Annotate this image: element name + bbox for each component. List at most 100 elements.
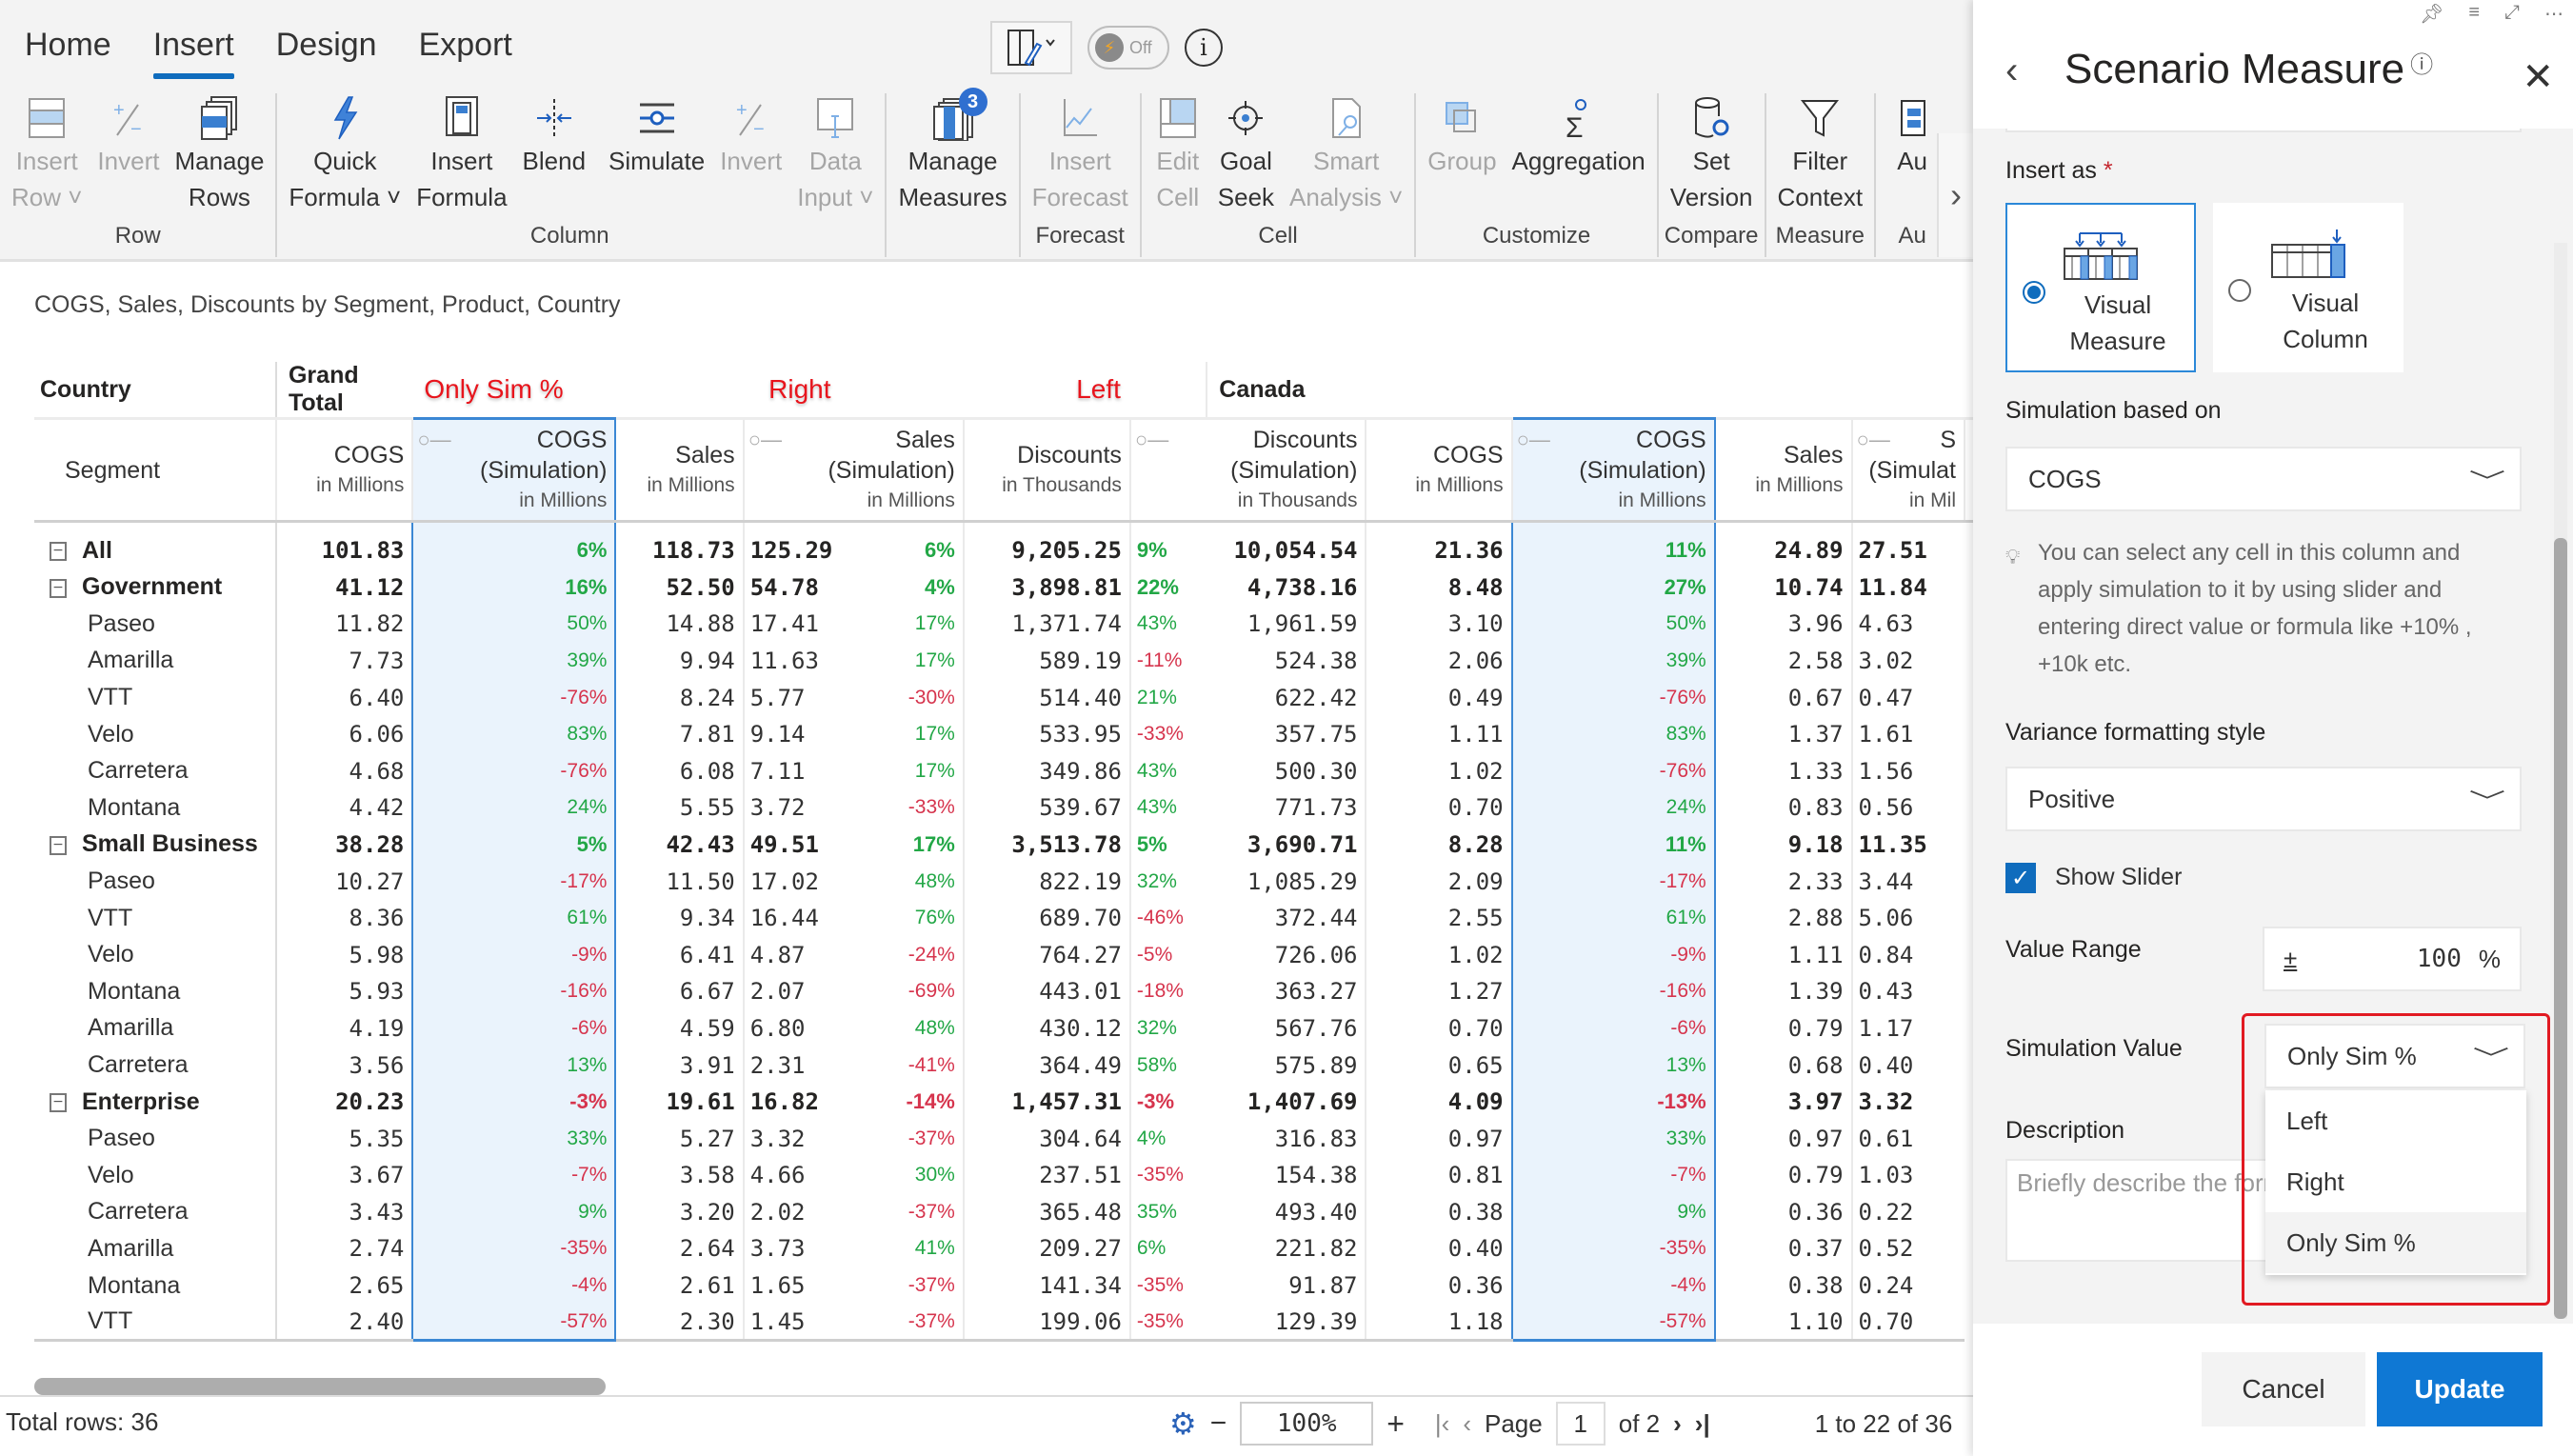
canada-cogs-value[interactable]: 1.02: [1366, 752, 1511, 789]
sales-value[interactable]: 9.94: [615, 643, 743, 680]
ribbon-button-goal-seek[interactable]: Goal Seek: [1210, 93, 1282, 215]
scrollbar-thumb[interactable]: [34, 1378, 606, 1395]
cogs-value[interactable]: 3.43: [276, 1194, 412, 1231]
prev-page-icon[interactable]: ‹: [1463, 1409, 1471, 1439]
column-header-sales[interactable]: Sales in Millions: [1714, 417, 1853, 523]
canada-sales-simulation-value[interactable]: 1.61: [1850, 715, 1965, 753]
ribbon-button-edit-cell[interactable]: Edit Cell: [1146, 93, 1210, 215]
discounts-simulation-value[interactable]: 524.38: [1207, 642, 1367, 680]
discounts-value[interactable]: 689.70: [962, 899, 1130, 937]
sales-simulation-pct[interactable]: 48%: [856, 863, 964, 900]
ribbon-button-aggregation[interactable]: Σ Aggregation: [1505, 93, 1653, 215]
cogs-value[interactable]: 7.73: [276, 643, 412, 680]
panel-scrollbar-thumb[interactable]: [2554, 538, 2567, 1319]
canada-sales-value[interactable]: 24.89: [1715, 522, 1852, 569]
sales-simulation-value[interactable]: 49.51: [742, 826, 857, 864]
ribbon-button-insert-formula[interactable]: Insert Formula: [409, 93, 514, 215]
simulation-based-on-select[interactable]: COGS ﹀: [2005, 447, 2522, 511]
table-row[interactable]: VTT 8.36 61% 9.34 16.44 76% 689.70 -46% 372.44 2.…: [34, 899, 1973, 937]
discounts-simulation-pct[interactable]: 21%: [1128, 679, 1207, 716]
cogs-value[interactable]: 5.98: [276, 936, 412, 973]
cogs-simulation-pct[interactable]: -4%: [411, 1267, 617, 1305]
canada-cogs-value[interactable]: 0.40: [1366, 1230, 1511, 1267]
ribbon-button-invert[interactable]: + − Invert: [712, 93, 789, 215]
discounts-value[interactable]: 3,898.81: [962, 568, 1130, 607]
canada-cogs-value[interactable]: 8.48: [1366, 569, 1511, 607]
canada-sales-value[interactable]: 2.58: [1715, 643, 1852, 680]
canada-cogs-value[interactable]: 21.36: [1366, 522, 1511, 569]
sales-simulation-value[interactable]: 4.66: [742, 1157, 857, 1194]
discounts-simulation-value[interactable]: 10,054.54: [1207, 521, 1367, 569]
cogs-simulation-pct[interactable]: 33%: [411, 1120, 617, 1157]
cogs-simulation-pct[interactable]: -3%: [411, 1083, 617, 1121]
cogs-value[interactable]: 20.23: [276, 1084, 412, 1121]
canada-cogs-simulation-pct[interactable]: -17%: [1510, 863, 1716, 900]
cogs-value[interactable]: 2.40: [275, 1304, 413, 1343]
update-button[interactable]: Update: [2377, 1352, 2543, 1426]
performance-toggle[interactable]: ⚡ Off: [1087, 26, 1169, 70]
sales-simulation-value[interactable]: 1.65: [742, 1267, 857, 1305]
discounts-value[interactable]: 304.64: [962, 1120, 1130, 1157]
discounts-simulation-pct[interactable]: 32%: [1128, 1009, 1207, 1047]
ribbon-button-manage-measures[interactable]: 3 Manage Measures: [890, 88, 1014, 215]
discounts-simulation-value[interactable]: 316.83: [1207, 1120, 1367, 1157]
canada-cogs-simulation-pct[interactable]: -13%: [1510, 1083, 1716, 1121]
canada-sales-value[interactable]: 10.74: [1715, 569, 1852, 607]
cogs-simulation-pct[interactable]: -57%: [411, 1304, 617, 1343]
discounts-simulation-value[interactable]: 363.27: [1207, 973, 1367, 1010]
tab-export[interactable]: Export: [419, 27, 512, 73]
discounts-simulation-pct[interactable]: -18%: [1128, 973, 1207, 1010]
sales-simulation-value[interactable]: 11.63: [742, 642, 857, 680]
sales-value[interactable]: 2.30: [615, 1304, 744, 1343]
cogs-simulation-pct[interactable]: 39%: [411, 642, 617, 680]
canada-sales-value[interactable]: 0.67: [1715, 679, 1852, 716]
canada-cogs-simulation-pct[interactable]: 9%: [1510, 1193, 1716, 1231]
sales-simulation-pct[interactable]: -37%: [856, 1267, 964, 1305]
discounts-simulation-value[interactable]: 221.82: [1207, 1230, 1367, 1267]
sales-simulation-pct[interactable]: 30%: [856, 1157, 964, 1194]
table-row[interactable]: Paseo 10.27 -17% 11.50 17.02 48% 822.19 32% 1,08…: [34, 863, 1973, 900]
table-row[interactable]: Velo 3.67 -7% 3.58 4.66 30% 237.51 -35% 154.38 0.…: [34, 1157, 1973, 1194]
canada-cogs-value[interactable]: 0.97: [1366, 1120, 1511, 1157]
sales-simulation-value[interactable]: 5.77: [742, 679, 857, 716]
ribbon-button-set-version[interactable]: Set Version: [1663, 93, 1761, 215]
canada-sales-simulation-value[interactable]: 11.35: [1850, 826, 1965, 864]
discounts-simulation-value[interactable]: 4,738.16: [1207, 568, 1367, 607]
sales-simulation-pct[interactable]: -41%: [856, 1047, 964, 1084]
column-header-sales[interactable]: Sales in Millions: [615, 417, 745, 523]
cogs-simulation-pct[interactable]: 6%: [411, 521, 617, 569]
canada-sales-value[interactable]: 0.37: [1715, 1230, 1852, 1267]
cogs-simulation-pct[interactable]: -9%: [411, 936, 617, 974]
sales-simulation-value[interactable]: 16.44: [742, 899, 857, 937]
canada-sales-simulation-value[interactable]: 0.24: [1850, 1267, 1965, 1305]
sales-simulation-value[interactable]: 17.41: [742, 606, 857, 643]
more-icon[interactable]: ⋯: [2544, 2, 2563, 26]
insert-option-visual-column[interactable]: Visual Column: [2213, 203, 2403, 372]
canada-cogs-value[interactable]: 0.70: [1366, 1010, 1511, 1047]
column-header-cogs[interactable]: COGS in Millions: [275, 417, 414, 523]
table-row[interactable]: Montana 4.42 24% 5.55 3.72 -33% 539.67 43% 771.7…: [34, 789, 1973, 827]
canada-sales-simulation-value[interactable]: 1.17: [1850, 1009, 1965, 1047]
canada-cogs-simulation-pct[interactable]: -35%: [1510, 1230, 1716, 1267]
radio-visual-measure[interactable]: [2023, 281, 2045, 304]
cogs-value[interactable]: 2.74: [276, 1230, 412, 1267]
discounts-value[interactable]: 209.27: [962, 1230, 1130, 1267]
canada-sales-simulation-value[interactable]: 3.32: [1850, 1083, 1965, 1121]
discounts-simulation-pct[interactable]: 58%: [1128, 1047, 1207, 1084]
sales-simulation-pct[interactable]: 48%: [856, 1010, 964, 1047]
cogs-value[interactable]: 101.83: [276, 522, 412, 569]
canada-cogs-simulation-pct[interactable]: 27%: [1510, 568, 1716, 607]
discounts-value[interactable]: 1,457.31: [962, 1083, 1130, 1121]
zoom-input[interactable]: 100%: [1240, 1402, 1374, 1446]
canada-sales-simulation-value[interactable]: 11.84: [1850, 568, 1965, 607]
cogs-value[interactable]: 11.82: [276, 606, 412, 643]
back-chevron-icon[interactable]: ‹: [2005, 50, 2018, 92]
discounts-simulation-pct[interactable]: -35%: [1128, 1157, 1207, 1194]
discounts-simulation-pct[interactable]: 22%: [1128, 568, 1207, 607]
discounts-value[interactable]: 3,513.78: [962, 826, 1130, 864]
discounts-simulation-value[interactable]: 3,690.71: [1207, 826, 1367, 864]
discounts-simulation-pct[interactable]: 6%: [1128, 1230, 1207, 1267]
discounts-value[interactable]: 9,205.25: [962, 521, 1130, 569]
sales-value[interactable]: 2.61: [615, 1267, 743, 1305]
canada-sales-value[interactable]: 1.10: [1714, 1304, 1852, 1343]
